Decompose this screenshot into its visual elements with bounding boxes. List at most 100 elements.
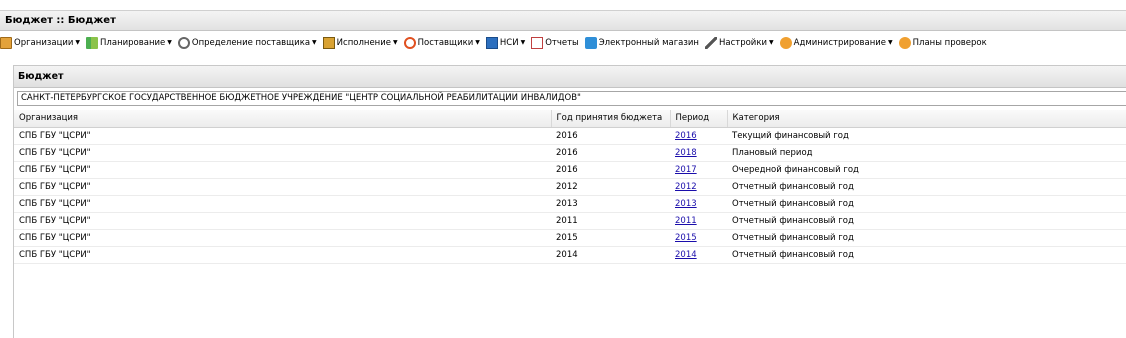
menu-e-shop[interactable]: Электронный магазин [584,36,699,49]
cell-category: Плановый период [727,144,1126,162]
menu-administration[interactable]: Администрирование ▼ [779,36,893,49]
column-header-organization[interactable]: Организация [14,110,552,128]
period-link[interactable]: 2018 [675,148,697,158]
user-icon [779,36,792,49]
cell-period: 2017 [670,161,727,179]
menu-planning[interactable]: Планирование ▼ [86,36,172,49]
gears-icon [177,36,190,49]
menu-label: НСИ [499,37,519,48]
chevron-down-icon: ▼ [475,39,480,46]
cell-period: 2013 [670,195,727,213]
cell-organization: СПБ ГБУ "ЦСРИ" [14,246,551,264]
table-row[interactable]: СПБ ГБУ "ЦСРИ" 2016 2018 Плановый период [14,144,1126,162]
budget-panel: Бюджет САНКТ-ПЕТЕРБУРГСКОЕ ГОСУДАРСТВЕНН… [13,65,1126,338]
plan-icon [86,36,99,49]
cell-period: 2016 [670,127,727,145]
cell-category: Отчетный финансовый год [727,246,1126,264]
table-row[interactable]: СПБ ГБУ "ЦСРИ" 2014 2014 Отчетный финансовы… [14,246,1126,264]
cell-budget-year: 2012 [551,178,670,196]
menu-nsi[interactable]: НСИ ▼ [485,36,526,49]
menu-supplier-definition[interactable]: Определение поставщика ▼ [177,36,317,49]
chevron-down-icon: ▼ [167,39,172,46]
table-row[interactable]: СПБ ГБУ "ЦСРИ" 2016 2017 Очередной финансов… [14,161,1126,179]
cell-budget-year: 2016 [551,161,670,179]
menu-label: Электронный магазин [598,37,699,48]
menu-label: Поставщики [417,37,474,48]
cell-category: Очередной финансовый год [727,161,1126,179]
budget-table: Организация Год принятия бюджета Период … [14,110,1126,264]
cell-period: 2018 [670,144,727,162]
menu-label: Планирование [100,37,166,48]
period-link[interactable]: 2012 [675,182,697,192]
cell-organization: СПБ ГБУ "ЦСРИ" [14,212,551,230]
suppliers-icon [403,36,416,49]
table-header-row: Организация Год принятия бюджета Период … [14,110,1126,128]
table-row[interactable]: СПБ ГБУ "ЦСРИ" 2011 2011 Отчетный финансовы… [14,212,1126,230]
menu-label: Планы проверок [912,37,987,48]
user-icon [898,36,911,49]
period-link[interactable]: 2011 [675,216,697,226]
period-link[interactable]: 2016 [675,131,697,141]
cell-period: 2014 [670,246,727,264]
menu-label: Настройки [718,37,767,48]
cell-organization: СПБ ГБУ "ЦСРИ" [14,195,551,213]
period-link[interactable]: 2017 [675,165,697,175]
cell-category: Отчетный финансовый год [727,195,1126,213]
table-row[interactable]: СПБ ГБУ "ЦСРИ" 2016 2016 Текущий финансовый… [14,127,1126,145]
nsi-icon [485,36,498,49]
column-header-period[interactable]: Период [670,110,728,128]
table-row[interactable]: СПБ ГБУ "ЦСРИ" 2012 2012 Отчетный финансовы… [14,178,1126,196]
period-link[interactable]: 2014 [675,250,697,260]
cell-budget-year: 2011 [551,212,670,230]
chevron-down-icon: ▼ [769,39,774,46]
table-row[interactable]: СПБ ГБУ "ЦСРИ" 2015 2015 Отчетный финансовы… [14,229,1126,247]
table-row[interactable]: СПБ ГБУ "ЦСРИ" 2013 2013 Отчетный финансовы… [14,195,1126,213]
cell-budget-year: 2016 [551,144,670,162]
menu-label: Администрирование [793,37,887,48]
menu-settings[interactable]: Настройки ▼ [704,36,774,49]
menu-label: Определение поставщика [191,37,311,48]
menu-label: Организации [14,37,74,48]
cell-category: Отчетный финансовый год [727,229,1126,247]
cell-organization: СПБ ГБУ "ЦСРИ" [14,161,551,179]
main-menu: Организации ▼ Планирование ▼ Определение п… [0,33,1126,52]
menu-label: Отчеты [545,37,579,48]
wrench-icon [704,36,717,49]
chevron-down-icon: ▼ [520,39,526,46]
cell-budget-year: 2016 [551,127,670,145]
chevron-down-icon: ▼ [888,39,893,46]
cell-budget-year: 2015 [551,229,670,247]
menu-suppliers[interactable]: Поставщики ▼ [403,36,480,49]
cell-period: 2011 [670,212,727,230]
menu-reports[interactable]: Отчеты [531,36,579,49]
cell-budget-year: 2013 [551,195,670,213]
page-title: Бюджет :: Бюджет [0,10,1126,31]
panel-title: Бюджет [14,66,1126,88]
period-link[interactable]: 2015 [675,233,697,243]
cell-organization: СПБ ГБУ "ЦСРИ" [14,178,551,196]
column-header-category[interactable]: Категория [727,110,1126,128]
chevron-down-icon: ▼ [75,39,81,46]
cell-budget-year: 2014 [551,246,670,264]
cell-organization: СПБ ГБУ "ЦСРИ" [14,127,551,145]
menu-label: Исполнение [336,37,391,48]
cell-category: Текущий финансовый год [727,127,1126,145]
menu-execution[interactable]: Исполнение ▼ [322,36,398,49]
execution-icon [322,36,335,49]
menu-inspection-plans[interactable]: Планы проверок [898,36,987,49]
cell-organization: СПБ ГБУ "ЦСРИ" [14,229,551,247]
organization-field[interactable]: САНКТ-ПЕТЕРБУРГСКОЕ ГОСУДАРСТВЕННОЕ БЮДЖ… [17,91,1126,106]
folder-icon [0,36,12,49]
cell-period: 2015 [670,229,727,247]
cell-organization: СПБ ГБУ "ЦСРИ" [14,144,551,162]
period-link[interactable]: 2013 [675,199,697,209]
shop-icon [584,36,597,49]
cell-category: Отчетный финансовый год [727,212,1126,230]
chevron-down-icon: ▼ [312,39,317,46]
column-header-budget-year[interactable]: Год принятия бюджета [551,110,671,128]
cell-period: 2012 [670,178,727,196]
report-icon [531,36,544,49]
cell-category: Отчетный финансовый год [727,178,1126,196]
menu-organizations[interactable]: Организации ▼ [0,36,81,49]
chevron-down-icon: ▼ [393,39,398,46]
